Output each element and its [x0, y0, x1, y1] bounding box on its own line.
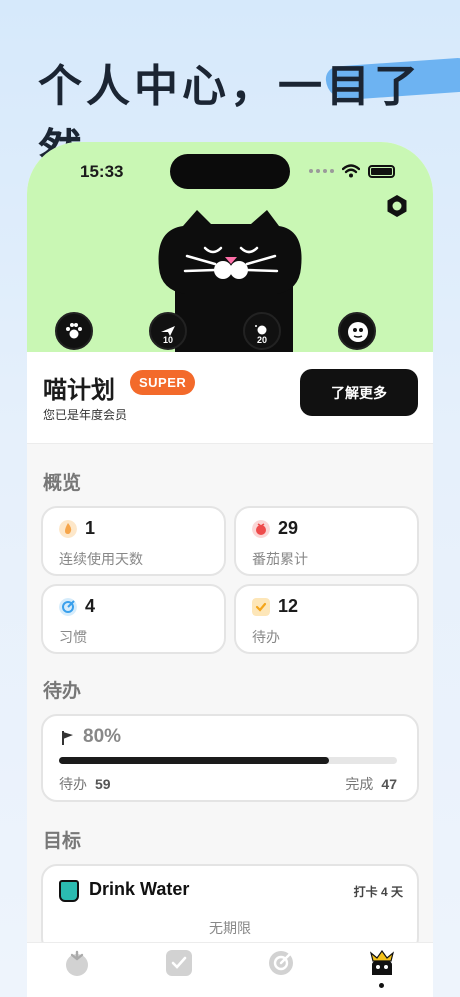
stat-card-todos[interactable]: 12 待办: [234, 584, 419, 654]
stat-value: 4: [85, 596, 96, 616]
overview-title: 概览: [43, 473, 82, 494]
paw-icon[interactable]: [55, 312, 93, 350]
done-count: 47: [381, 776, 397, 792]
pending-count: 59: [95, 776, 111, 792]
cup-icon: [59, 880, 79, 902]
tab-tomato[interactable]: [63, 949, 91, 977]
achievement-badges: 10 20: [27, 312, 433, 352]
profile-hero: 15:33 10 20: [27, 142, 433, 354]
goals-title: 目标: [43, 831, 82, 852]
badge-count: 20: [256, 335, 267, 345]
plane-icon[interactable]: 10: [149, 312, 187, 350]
tomato-icon: [252, 520, 270, 538]
profile-tab-icon: [369, 949, 395, 975]
stat-label: 待办: [252, 629, 280, 645]
super-badge: SUPER: [130, 370, 196, 395]
cat-face-icon[interactable]: [338, 312, 376, 350]
todo-tab-icon: [166, 950, 192, 976]
stat-label: 番茄累计: [252, 551, 308, 567]
stat-value: 12: [278, 596, 299, 616]
phone-screen: 15:33 10 20 喵计划 SUPER 您已是年度会员 了解更多 概览 1 …: [27, 142, 433, 997]
wifi-icon: [342, 164, 360, 178]
pending-label: 待办: [59, 776, 87, 792]
done-label: 完成: [345, 776, 374, 792]
habit-target-icon: [59, 598, 77, 616]
profile-header: 喵计划 SUPER 您已是年度会员 了解更多: [27, 352, 433, 444]
todo-progress-bar: [59, 757, 397, 764]
flag-icon: [62, 731, 73, 745]
goal-checkin: 打卡 4 天: [353, 885, 403, 899]
goal-name: Drink Water: [89, 879, 190, 899]
active-tab-indicator: [379, 983, 384, 988]
stat-value: 1: [85, 518, 96, 538]
tab-bar: [27, 942, 433, 997]
goal-deadline: 无期限: [209, 920, 251, 936]
tomato-tab-icon: [66, 950, 88, 976]
tab-todo[interactable]: [165, 949, 193, 977]
done-summary: 完成 47: [345, 774, 397, 794]
dashboard-content: 概览 1 连续使用天数 29 番茄累计 4 习惯 12 待办 待办 80% 待办…: [27, 444, 433, 954]
stat-card-streak[interactable]: 1 连续使用天数: [41, 506, 226, 576]
status-time: 15:33: [80, 162, 124, 181]
tab-profile[interactable]: [368, 949, 396, 977]
goal-card[interactable]: Drink Water 打卡 4 天 无期限: [41, 864, 419, 954]
stat-card-tomato[interactable]: 29 番茄累计: [234, 506, 419, 576]
todo-progress-card[interactable]: 80% 待办 59 完成 47: [41, 714, 419, 802]
badge-count: 10: [162, 335, 173, 345]
signal-icon: [309, 169, 334, 173]
pending-summary: 待办 59: [59, 774, 111, 794]
checkbox-icon: [252, 598, 270, 616]
todo-percent: 80%: [83, 726, 122, 747]
tab-habit[interactable]: [267, 949, 295, 977]
planet-icon[interactable]: 20: [243, 312, 281, 350]
settings-icon[interactable]: [385, 194, 409, 218]
stat-label: 连续使用天数: [59, 551, 143, 567]
stat-label: 习惯: [59, 629, 87, 645]
battery-icon: [368, 164, 395, 178]
dynamic-island: [170, 154, 290, 189]
flame-icon: [59, 520, 77, 538]
learn-more-button[interactable]: 了解更多: [300, 369, 418, 416]
todo-progress-fill: [59, 757, 330, 764]
habit-tab-icon: [269, 951, 293, 975]
membership-text: 您已是年度会员: [43, 408, 128, 422]
profile-name: 喵计划: [43, 377, 115, 404]
status-icons: [309, 164, 395, 178]
stat-value: 29: [278, 518, 299, 538]
stat-card-habits[interactable]: 4 习惯: [41, 584, 226, 654]
todo-title: 待办: [43, 681, 82, 702]
